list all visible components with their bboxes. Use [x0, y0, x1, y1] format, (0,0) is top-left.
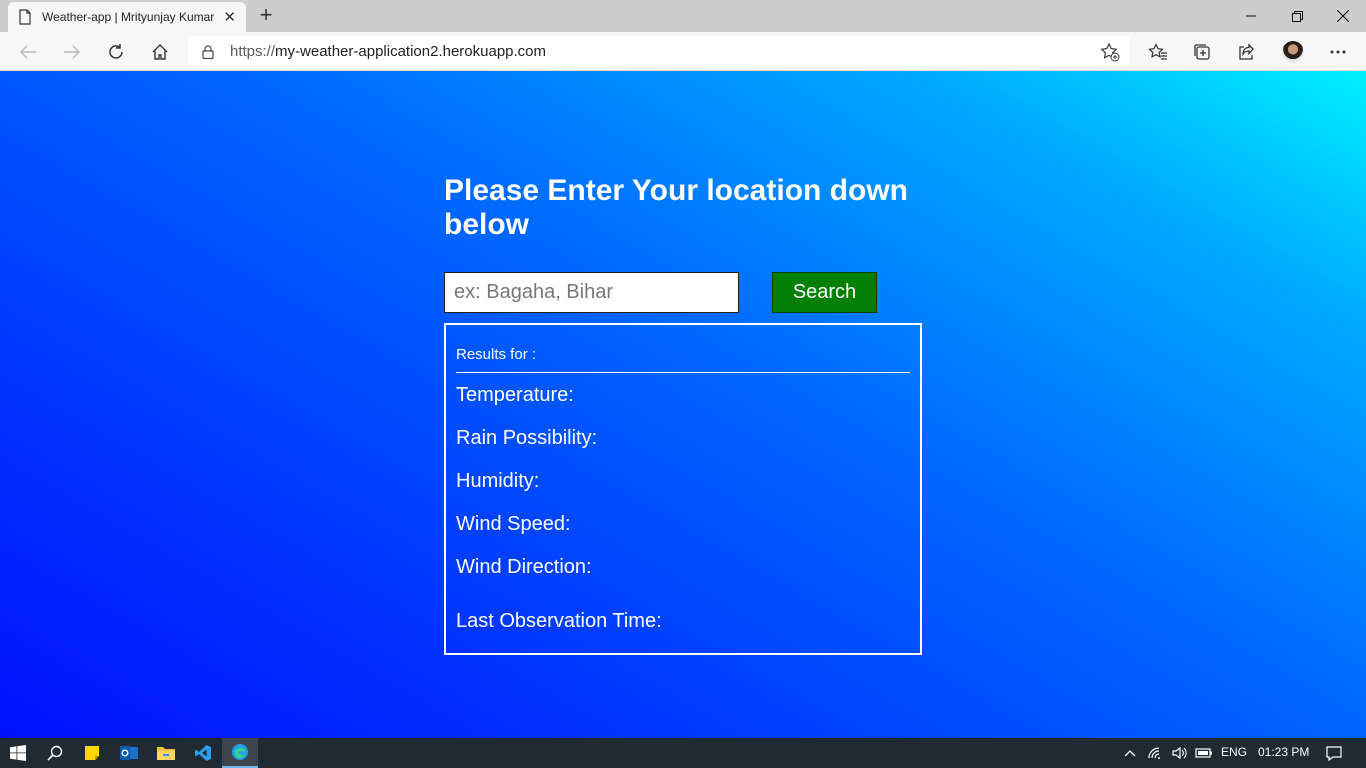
wind-speed-label: Wind Speed: [456, 513, 571, 535]
windows-taskbar: ENG 01:23 PM [0, 738, 1366, 768]
search-icon[interactable] [37, 738, 73, 768]
location-search-input[interactable] [444, 272, 739, 313]
browser-toolbar: https://my-weather-application2.herokuap… [0, 32, 1366, 71]
file-explorer-icon[interactable] [148, 738, 184, 768]
sticky-notes-icon[interactable] [74, 738, 110, 768]
collections-icon[interactable] [1188, 38, 1216, 66]
close-window-icon[interactable] [1320, 0, 1366, 32]
url-text[interactable]: https://my-weather-application2.herokuap… [230, 43, 546, 60]
more-menu-icon[interactable] [1324, 38, 1352, 66]
clock[interactable]: 01:23 PM [1258, 745, 1309, 759]
results-panel: Results for : Temperature: Rain Possibil… [444, 323, 922, 655]
profile-avatar[interactable] [1282, 41, 1304, 63]
address-bar[interactable]: https://my-weather-application2.herokuap… [188, 36, 1130, 67]
browser-tab[interactable]: Weather-app | Mrityunjay Kumar ✕ [8, 2, 246, 32]
page-heading: Please Enter Your location down below [444, 174, 908, 241]
minimize-icon[interactable] [1228, 0, 1274, 32]
page-icon [19, 9, 31, 25]
language-indicator[interactable]: ENG [1221, 745, 1247, 759]
close-tab-icon[interactable]: ✕ [223, 8, 236, 26]
results-for-label: Results for : [456, 346, 537, 363]
battery-icon[interactable] [1192, 738, 1216, 768]
rain-possibility-label: Rain Possibility: [456, 427, 598, 449]
results-divider [456, 372, 910, 373]
browser-tab-strip: Weather-app | Mrityunjay Kumar ✕ + [0, 0, 1366, 32]
temperature-label: Temperature: [456, 384, 574, 406]
tab-title: Weather-app | Mrityunjay Kumar [42, 10, 215, 24]
new-tab-icon[interactable]: + [255, 4, 277, 28]
page-viewport: Please Enter Your location down below Se… [0, 71, 1366, 738]
notification-icon[interactable] [1318, 738, 1350, 768]
forward-icon[interactable] [58, 38, 86, 66]
share-icon[interactable] [1232, 38, 1260, 66]
windows-start-icon[interactable] [0, 738, 36, 768]
humidity-label: Humidity: [456, 470, 540, 492]
show-hidden-icons[interactable] [1116, 738, 1144, 768]
last-observation-label: Last Observation Time: [456, 610, 662, 632]
volume-icon[interactable] [1168, 738, 1192, 768]
restore-icon[interactable] [1274, 0, 1320, 32]
add-favorite-icon[interactable] [1100, 42, 1120, 62]
edge-browser-icon[interactable] [222, 738, 258, 768]
back-icon[interactable] [14, 38, 42, 66]
wind-direction-label: Wind Direction: [456, 556, 592, 578]
home-icon[interactable] [146, 38, 174, 66]
refresh-icon[interactable] [102, 38, 130, 66]
lock-icon[interactable] [202, 44, 214, 59]
vscode-icon[interactable] [185, 738, 221, 768]
outlook-icon[interactable] [111, 738, 147, 768]
search-button[interactable]: Search [772, 272, 877, 313]
favorites-icon[interactable] [1144, 38, 1172, 66]
wifi-icon[interactable] [1144, 738, 1168, 768]
